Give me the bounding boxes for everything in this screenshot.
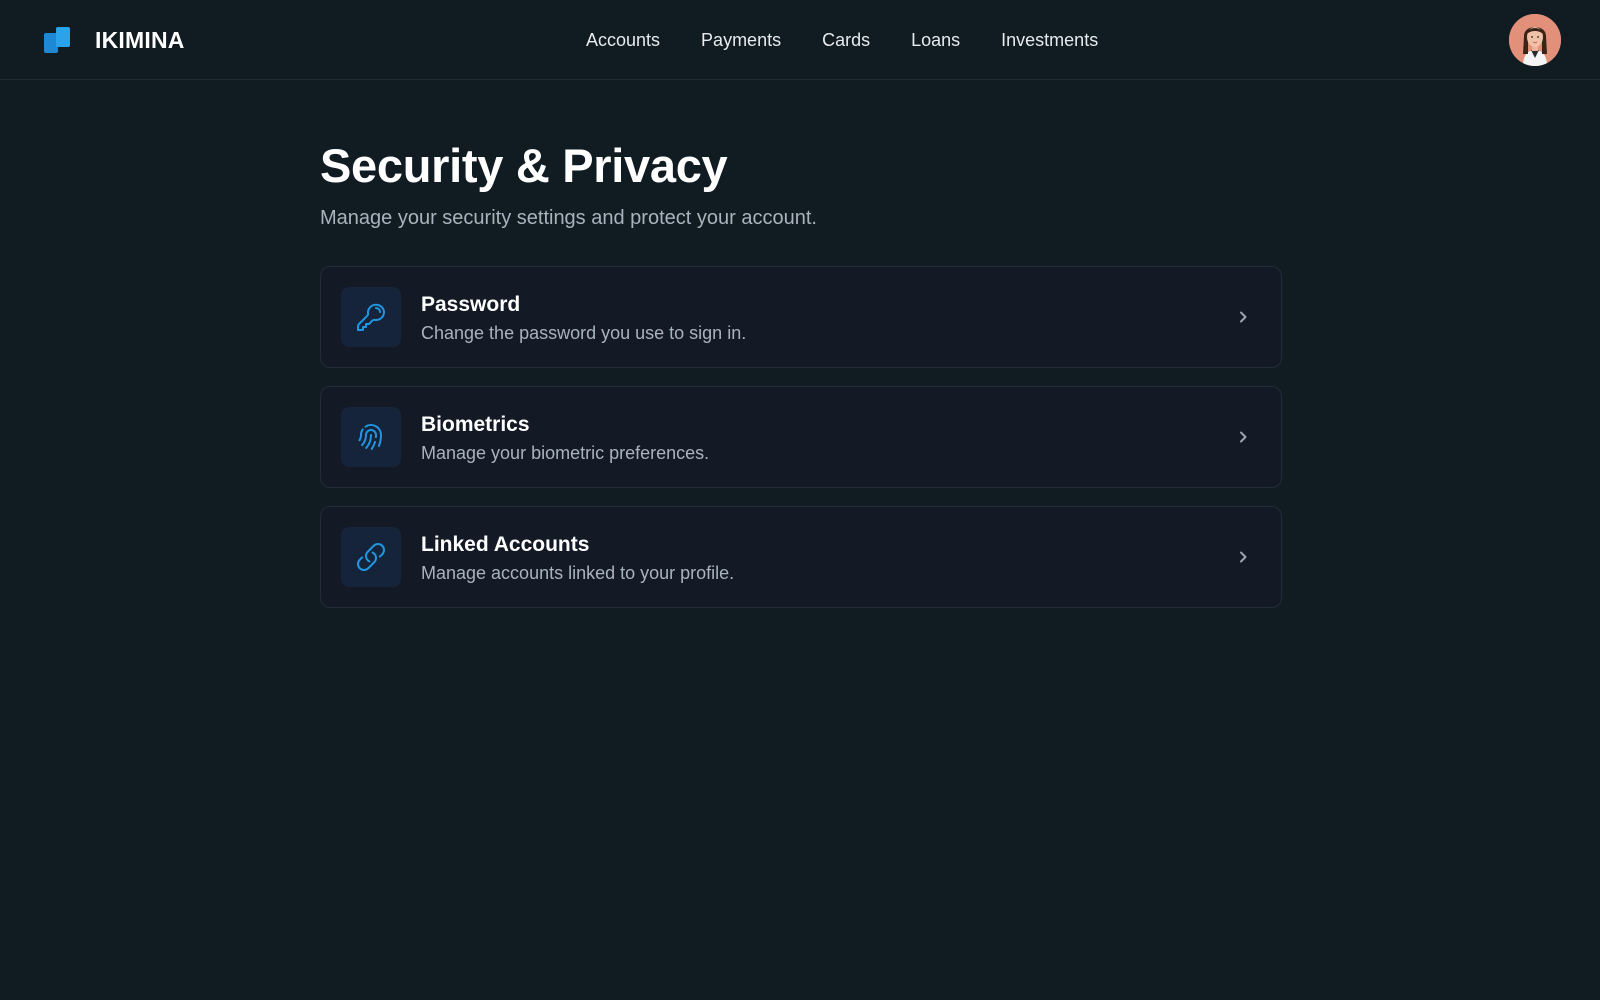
nav-item-payments[interactable]: Payments <box>701 30 781 51</box>
settings-item-description: Manage your biometric preferences. <box>421 443 710 463</box>
settings-item-description: Manage accounts linked to your profile. <box>421 563 735 583</box>
avatar-portrait-icon <box>1509 14 1561 66</box>
settings-item-title: Biometrics <box>421 413 530 436</box>
nav-item-loans[interactable]: Loans <box>911 30 960 51</box>
nav-item-accounts[interactable]: Accounts <box>586 30 660 51</box>
user-avatar[interactable] <box>1509 14 1561 66</box>
nav-item-cards[interactable]: Cards <box>822 30 870 51</box>
chevron-right-icon <box>1233 307 1253 327</box>
security-privacy-page: Security & Privacy Manage your security … <box>320 138 1282 608</box>
nav-item-investments[interactable]: Investments <box>1001 30 1098 51</box>
brand-logo-icon <box>44 25 72 55</box>
settings-item-biometrics[interactable]: Biometrics Manage your biometric prefere… <box>320 386 1282 488</box>
settings-item-title: Password <box>421 293 521 316</box>
key-icon <box>341 287 401 347</box>
chevron-right-icon <box>1233 547 1253 567</box>
settings-item-description: Change the password you use to sign in. <box>421 323 747 343</box>
chevron-right-icon <box>1233 427 1253 447</box>
fingerprint-icon <box>341 407 401 467</box>
page-title: Security & Privacy <box>320 139 728 192</box>
brand[interactable]: IKIMINA <box>44 24 185 56</box>
link-icon <box>341 527 401 587</box>
brand-name: IKIMINA <box>95 26 185 53</box>
page-subtitle: Manage your security settings and protec… <box>320 207 817 229</box>
main-nav: Accounts Payments Cards Loans Investment… <box>586 0 1098 80</box>
settings-item-title: Linked Accounts <box>421 533 590 556</box>
top-navigation-bar: IKIMINA Accounts Payments Cards Loans In… <box>0 0 1600 80</box>
settings-item-password[interactable]: Password Change the password you use to … <box>320 266 1282 368</box>
settings-item-linked-accounts[interactable]: Linked Accounts Manage accounts linked t… <box>320 506 1282 608</box>
settings-list: Password Change the password you use to … <box>320 266 1282 608</box>
